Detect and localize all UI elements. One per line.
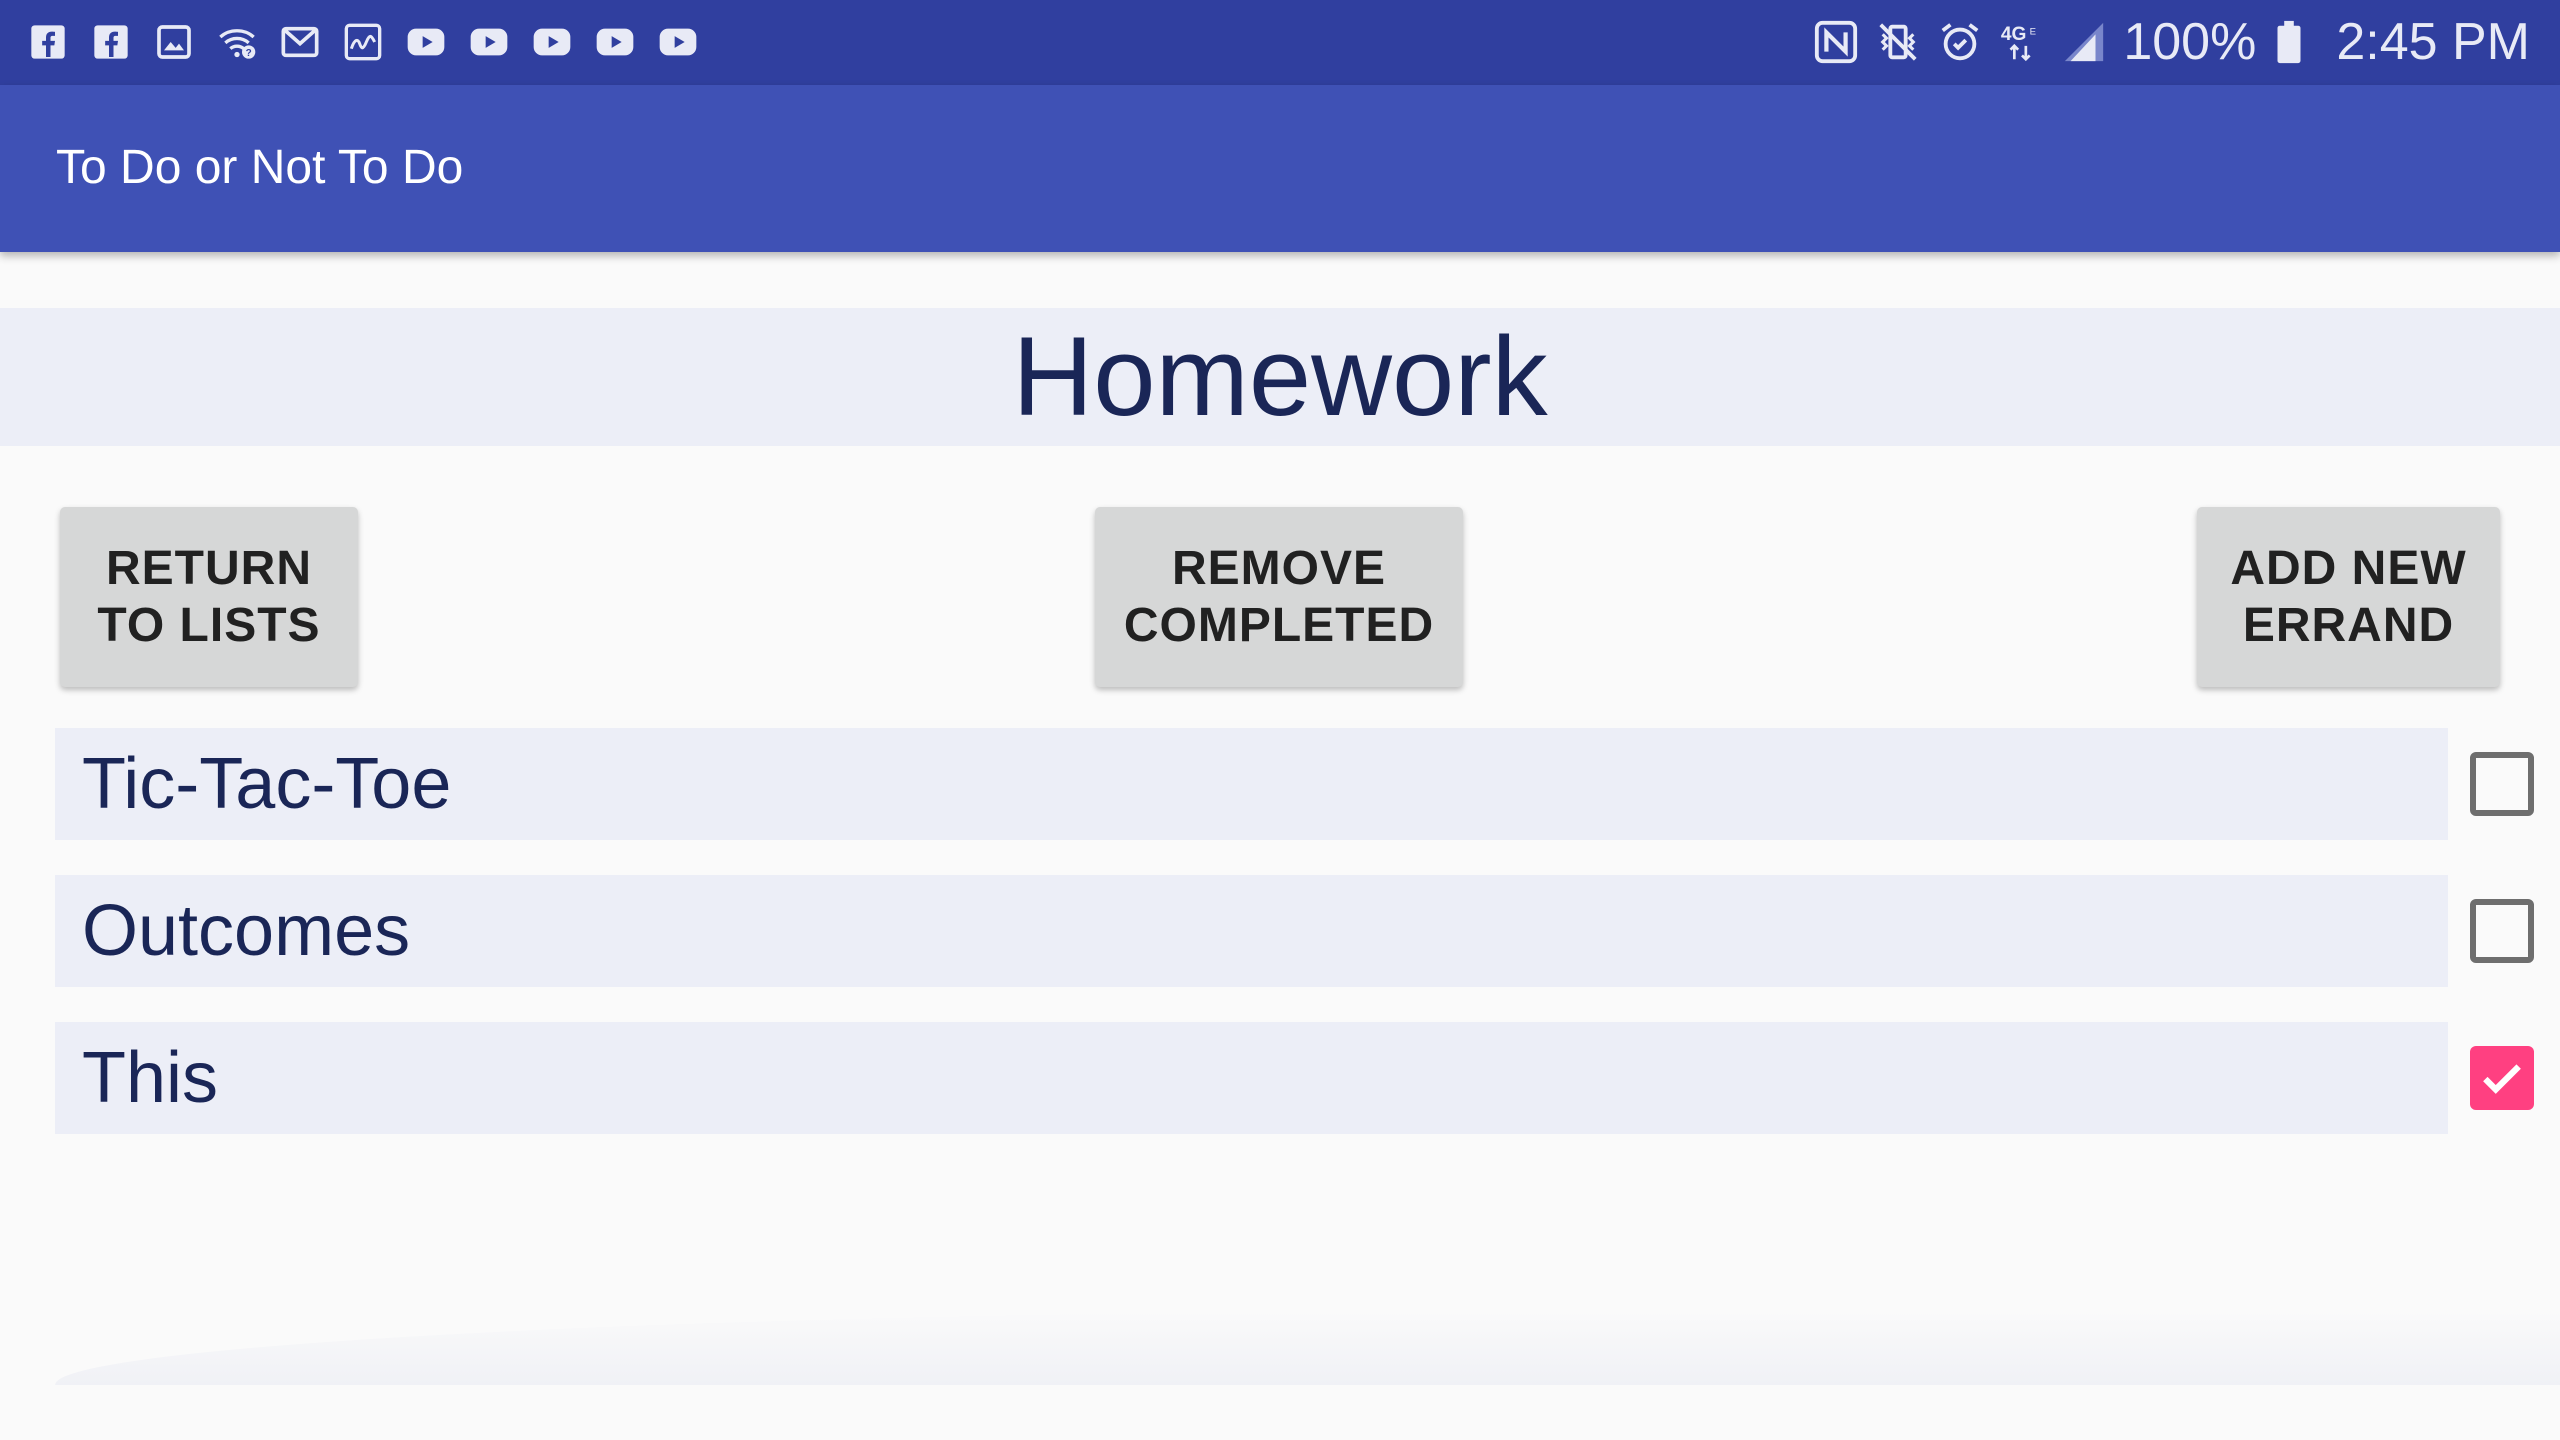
youtube-icon — [595, 22, 635, 62]
app-title: To Do or Not To Do — [56, 141, 464, 194]
photo-editor-icon — [343, 22, 383, 62]
list-title-band: Homework — [0, 308, 2560, 446]
errand-label: Outcomes — [82, 891, 411, 971]
list-item[interactable]: Tic-Tac-Toe — [55, 728, 2448, 840]
cell-signal-icon — [2061, 19, 2107, 65]
list-title: Homework — [1012, 314, 1548, 439]
youtube-icon — [658, 22, 698, 62]
clock: 2:45 PM — [2336, 13, 2530, 71]
errand-checkbox[interactable] — [2470, 899, 2534, 963]
list-item[interactable]: Outcomes — [55, 875, 2448, 987]
status-bar: ? 4G E 100% 2:45 PM — [0, 0, 2560, 85]
gallery-icon — [154, 22, 194, 62]
return-to-lists-button[interactable]: RETURN TO LISTS — [60, 507, 358, 687]
facebook-icon — [91, 22, 131, 62]
youtube-icon — [532, 22, 572, 62]
youtube-icon — [406, 22, 446, 62]
battery-icon — [2266, 19, 2312, 65]
nfc-icon — [1813, 19, 1859, 65]
svg-text:E: E — [2030, 26, 2036, 37]
list-item[interactable]: This — [55, 1022, 2448, 1134]
errand-label: Tic-Tac-Toe — [82, 744, 452, 824]
errand-checkbox[interactable] — [2470, 752, 2534, 816]
list-bottom-edge — [55, 1310, 2560, 1385]
gmail-icon — [280, 22, 320, 62]
remove-completed-button[interactable]: REMOVE COMPLETED — [1095, 507, 1463, 687]
errand-checkbox-checked[interactable] — [2470, 1046, 2534, 1110]
app-bar: To Do or Not To Do — [0, 85, 2560, 252]
wifi-question-icon: ? — [217, 22, 257, 62]
add-new-errand-button[interactable]: ADD NEW ERRAND — [2197, 507, 2500, 687]
svg-text:?: ? — [246, 48, 252, 59]
lte-4g-icon: 4G E — [1999, 19, 2045, 65]
vibrate-mute-icon — [1875, 19, 1921, 65]
checkmark-icon — [2483, 1064, 2521, 1094]
facebook-icon — [28, 22, 68, 62]
svg-text:4G: 4G — [2001, 24, 2027, 45]
system-status: 4G E 100% 2:45 PM — [1813, 14, 2530, 70]
notification-icons: ? — [28, 20, 721, 64]
errand-label: This — [82, 1038, 219, 1118]
alarm-icon — [1937, 19, 1983, 65]
battery-percentage: 100% — [2123, 13, 2257, 71]
youtube-icon — [469, 22, 509, 62]
